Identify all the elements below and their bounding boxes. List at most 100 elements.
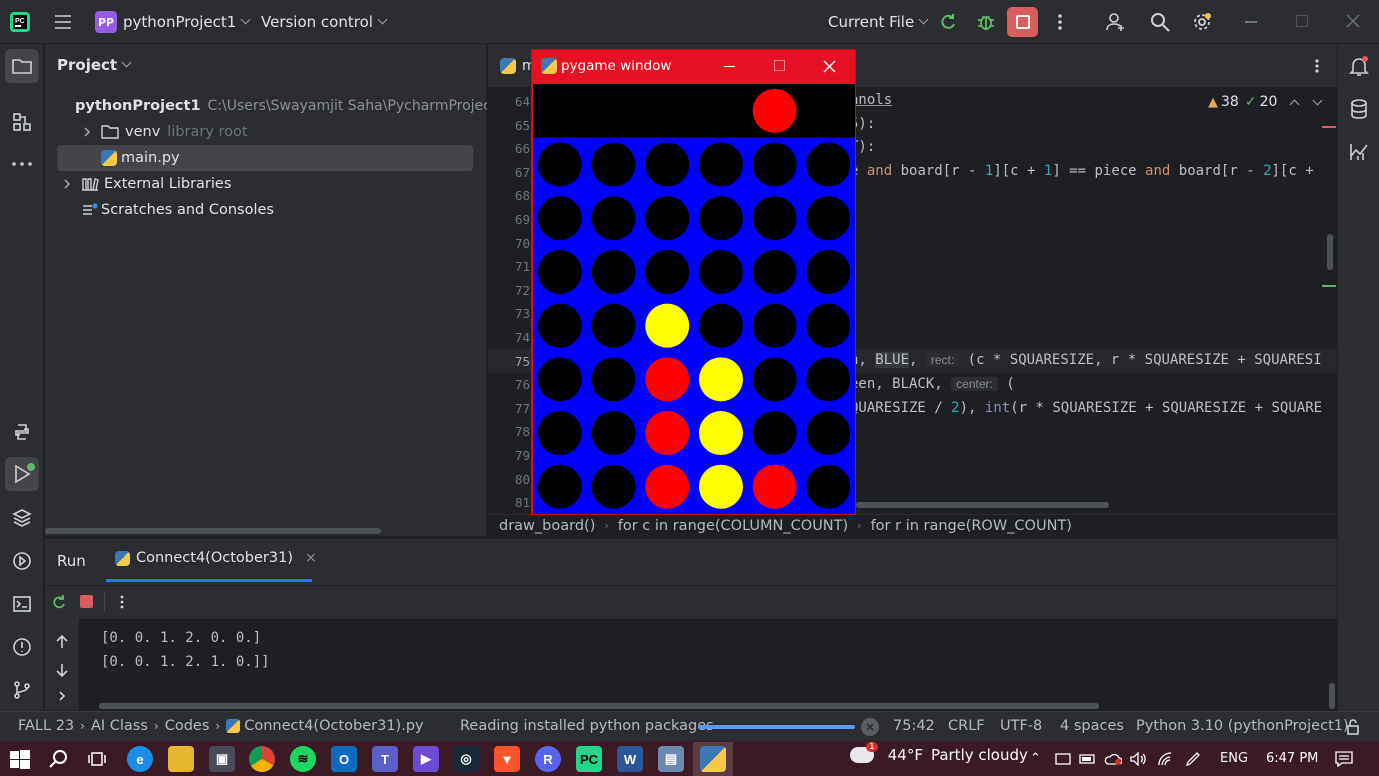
battery-icon[interactable] bbox=[1079, 750, 1097, 768]
arrow-down-icon[interactable] bbox=[53, 661, 71, 679]
inspection-widget[interactable]: ▲ 38 ✓ 20 bbox=[1208, 94, 1323, 110]
wifi-icon[interactable] bbox=[1157, 750, 1175, 768]
editor-horizontal-scrollbar[interactable] bbox=[856, 502, 1109, 508]
nav-crumb[interactable]: Connect4(October31).py bbox=[244, 718, 423, 734]
git-icon[interactable] bbox=[10, 678, 34, 702]
stop-button[interactable] bbox=[1007, 7, 1038, 37]
nav-crumb[interactable]: FALL 23 bbox=[18, 718, 74, 734]
project-panel-header[interactable]: Project bbox=[57, 56, 132, 74]
maximize-icon[interactable] bbox=[774, 60, 785, 71]
breadcrumb-item[interactable]: for r in range(ROW_COUNT) bbox=[871, 518, 1072, 534]
outlook-icon[interactable]: O bbox=[331, 746, 357, 772]
restore-icon[interactable] bbox=[1296, 15, 1308, 27]
problems-icon[interactable] bbox=[10, 635, 34, 659]
background-task-label[interactable]: Reading installed python packages bbox=[460, 718, 714, 734]
active-taskbar-item[interactable] bbox=[693, 742, 733, 776]
line-separator[interactable]: CRLF bbox=[948, 718, 985, 734]
notes-icon[interactable]: ▤ bbox=[658, 746, 684, 772]
spotify-icon[interactable]: ≋ bbox=[290, 746, 316, 772]
chevron-down-icon[interactable] bbox=[1312, 95, 1323, 105]
python-console-icon[interactable] bbox=[10, 420, 34, 444]
tree-item-main-py[interactable]: main.py bbox=[57, 145, 473, 171]
arrow-up-icon[interactable] bbox=[53, 633, 71, 651]
more-options-icon[interactable] bbox=[115, 593, 129, 611]
change-stripe-marker[interactable] bbox=[1322, 285, 1336, 287]
clock[interactable]: 6:47 PM bbox=[1266, 751, 1318, 766]
indent-setting[interactable]: 4 spaces bbox=[1060, 718, 1124, 734]
onedrive-icon[interactable] bbox=[1104, 750, 1122, 768]
close-icon[interactable] bbox=[821, 58, 837, 74]
run-config-selector[interactable]: Current File bbox=[828, 12, 929, 32]
windows-start-icon[interactable] bbox=[9, 749, 31, 771]
tree-item-scratches[interactable]: Scratches and Consoles bbox=[45, 197, 486, 223]
breadcrumb-item[interactable]: draw_board() bbox=[499, 518, 595, 534]
rerun-icon[interactable] bbox=[936, 10, 960, 34]
meet-icon[interactable] bbox=[1054, 750, 1072, 768]
tab-more-icon[interactable] bbox=[1307, 56, 1327, 76]
file-explorer-icon[interactable] bbox=[168, 746, 194, 772]
chevron-up-icon[interactable]: ⌃ bbox=[1030, 751, 1041, 766]
chrome-icon[interactable] bbox=[249, 746, 275, 772]
chevron-up-icon[interactable] bbox=[1289, 99, 1300, 109]
pen-icon[interactable] bbox=[1184, 750, 1202, 768]
code-line-67[interactable]: e and board[r - 1][c + 1] == piece and b… bbox=[850, 163, 1322, 179]
run-tool-button[interactable] bbox=[5, 457, 39, 491]
console-horizontal-scrollbar[interactable] bbox=[99, 703, 1099, 709]
debug-icon[interactable] bbox=[974, 10, 998, 34]
word-icon[interactable]: W bbox=[617, 746, 643, 772]
notifications-icon[interactable] bbox=[1347, 54, 1371, 78]
brave-icon[interactable]: ▼ bbox=[494, 746, 520, 772]
file-encoding[interactable]: UTF-8 bbox=[1000, 718, 1042, 734]
minimize-icon[interactable] bbox=[724, 66, 735, 68]
cancel-task-icon[interactable] bbox=[861, 718, 879, 736]
structure-icon[interactable] bbox=[10, 110, 34, 134]
horizontal-scrollbar[interactable] bbox=[45, 528, 381, 534]
settings-icon[interactable] bbox=[1190, 10, 1214, 34]
version-control-menu[interactable]: Version control bbox=[261, 12, 388, 32]
code-line-77[interactable]: QUARESIZE / 2), int(r * SQUARESIZE + SQU… bbox=[850, 400, 1322, 416]
breadcrumb-item[interactable]: for c in range(COLUMN_COUNT) bbox=[618, 518, 848, 534]
search-icon[interactable] bbox=[1148, 10, 1172, 34]
pycharm-taskbar-icon[interactable]: PC bbox=[576, 746, 602, 772]
caret-position[interactable]: 75:42 bbox=[893, 718, 935, 734]
close-icon[interactable]: × bbox=[305, 550, 317, 566]
tree-item-project-root[interactable]: pythonProject1 C:\Users\Swayamjit Saha\P… bbox=[45, 93, 491, 119]
project-selector[interactable]: PP pythonProject1 bbox=[95, 11, 251, 33]
search-icon[interactable] bbox=[48, 748, 70, 770]
app-icon[interactable]: ▶ bbox=[413, 746, 439, 772]
chevron-right-icon[interactable] bbox=[53, 687, 71, 705]
connect4-board[interactable] bbox=[533, 84, 855, 514]
steam-icon[interactable]: ◎ bbox=[453, 746, 479, 772]
database-icon[interactable] bbox=[1347, 97, 1371, 121]
vertical-scrollbar[interactable] bbox=[1327, 234, 1333, 270]
terminal-icon[interactable] bbox=[10, 592, 34, 616]
weather-widget[interactable]: 1 44°F Partly cloudy bbox=[850, 742, 1028, 764]
console-output[interactable]: [0. 0. 1. 2. 0. 0.] [0. 0. 1. 2. 1. 0.]] bbox=[79, 619, 1337, 711]
lock-icon[interactable] bbox=[1344, 718, 1362, 736]
sciview-icon[interactable] bbox=[1347, 140, 1371, 164]
code-line-76[interactable]: een, BLACK, center: ( bbox=[850, 376, 1015, 392]
language-indicator[interactable]: ENG bbox=[1220, 751, 1248, 766]
tree-item-external-libraries[interactable]: External Libraries bbox=[45, 171, 486, 197]
pycharm-logo-icon[interactable]: PC bbox=[8, 10, 32, 34]
edge-icon[interactable]: e bbox=[127, 746, 153, 772]
add-user-icon[interactable] bbox=[1104, 10, 1128, 34]
task-view-icon[interactable] bbox=[86, 748, 108, 770]
project-tool-button[interactable] bbox=[5, 49, 39, 83]
teams-icon[interactable]: T bbox=[372, 746, 398, 772]
code-line-75[interactable]: n, BLUE, rect: (c * SQUARESIZE, r * SQUA… bbox=[850, 352, 1322, 368]
main-menu-icon[interactable] bbox=[52, 12, 74, 32]
python-interpreter[interactable]: Python 3.10 (pythonProject1) bbox=[1136, 718, 1349, 734]
stop-icon[interactable] bbox=[80, 595, 93, 608]
close-icon[interactable] bbox=[1344, 12, 1362, 30]
tree-item-venv[interactable]: venv library root bbox=[45, 119, 486, 145]
minimize-icon[interactable] bbox=[1245, 21, 1257, 23]
services-icon[interactable] bbox=[10, 549, 34, 573]
nav-crumb[interactable]: AI Class bbox=[91, 718, 148, 734]
r-app-icon[interactable]: R bbox=[535, 746, 561, 772]
rerun-icon[interactable] bbox=[50, 593, 68, 611]
console-vertical-scrollbar[interactable] bbox=[1329, 683, 1335, 709]
notification-center-icon[interactable] bbox=[1334, 749, 1354, 769]
run-config-tab[interactable]: Connect4(October31) × bbox=[115, 550, 317, 566]
nav-crumb[interactable]: Codes bbox=[165, 718, 210, 734]
